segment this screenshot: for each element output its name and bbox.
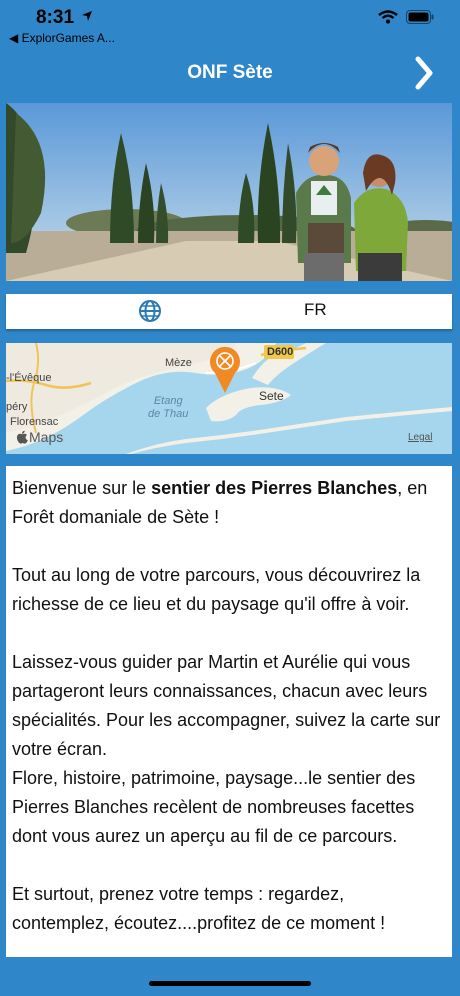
paragraph-discover: Tout au long de votre parcours, vous déc… <box>12 565 421 614</box>
top-bar: 8:31 ◀ ExplorGames A... ONF Sète <box>0 0 460 98</box>
map-label-sete: Sete <box>259 389 284 403</box>
hero-banner-image <box>6 103 452 281</box>
wifi-icon <box>378 10 398 24</box>
battery-icon <box>406 10 434 24</box>
page-title: ONF Sète <box>187 62 273 83</box>
apple-logo-icon <box>16 430 28 444</box>
home-indicator[interactable] <box>149 981 311 986</box>
status-time: 8:31 <box>36 7 75 28</box>
map-label-pery: péry <box>6 401 28 413</box>
intro-text-start: Bienvenue sur le <box>12 478 152 498</box>
status-icons <box>378 10 434 24</box>
map-label-road: D600 <box>267 346 294 358</box>
map-label-florensac: Florensac <box>10 416 59 428</box>
map-legal-link[interactable]: Legal <box>408 432 432 443</box>
back-to-app-link[interactable]: ◀ ExplorGames A... <box>9 31 115 45</box>
language-code: FR <box>304 300 327 319</box>
paragraph-flora: Flore, histoire, patrimoine, paysage...l… <box>12 768 416 846</box>
maps-wordmark: Maps <box>29 429 64 445</box>
location-arrow-icon <box>82 11 92 21</box>
paragraph-guides: Laissez-vous guider par Martin et Auréli… <box>12 652 441 759</box>
map-label-etang: Etang de Thau <box>148 395 189 420</box>
description-text: Bienvenue sur le sentier des Pierres Bla… <box>6 466 452 957</box>
map-label-leveque: -l'Évêque <box>6 372 52 384</box>
trail-name: sentier des Pierres Blanches <box>151 478 398 498</box>
paragraph-take-time: Et surtout, prenez votre temps : regarde… <box>12 884 386 933</box>
map-pin-icon[interactable] <box>207 343 243 395</box>
language-selector[interactable]: FR <box>6 294 452 329</box>
map-view[interactable]: Mèze D600 -l'Évêque péry Etang de Thau S… <box>6 343 452 454</box>
chevron-right-icon[interactable] <box>414 56 434 90</box>
map-label-meze: Mèze <box>165 357 192 369</box>
globe-icon <box>139 300 161 322</box>
